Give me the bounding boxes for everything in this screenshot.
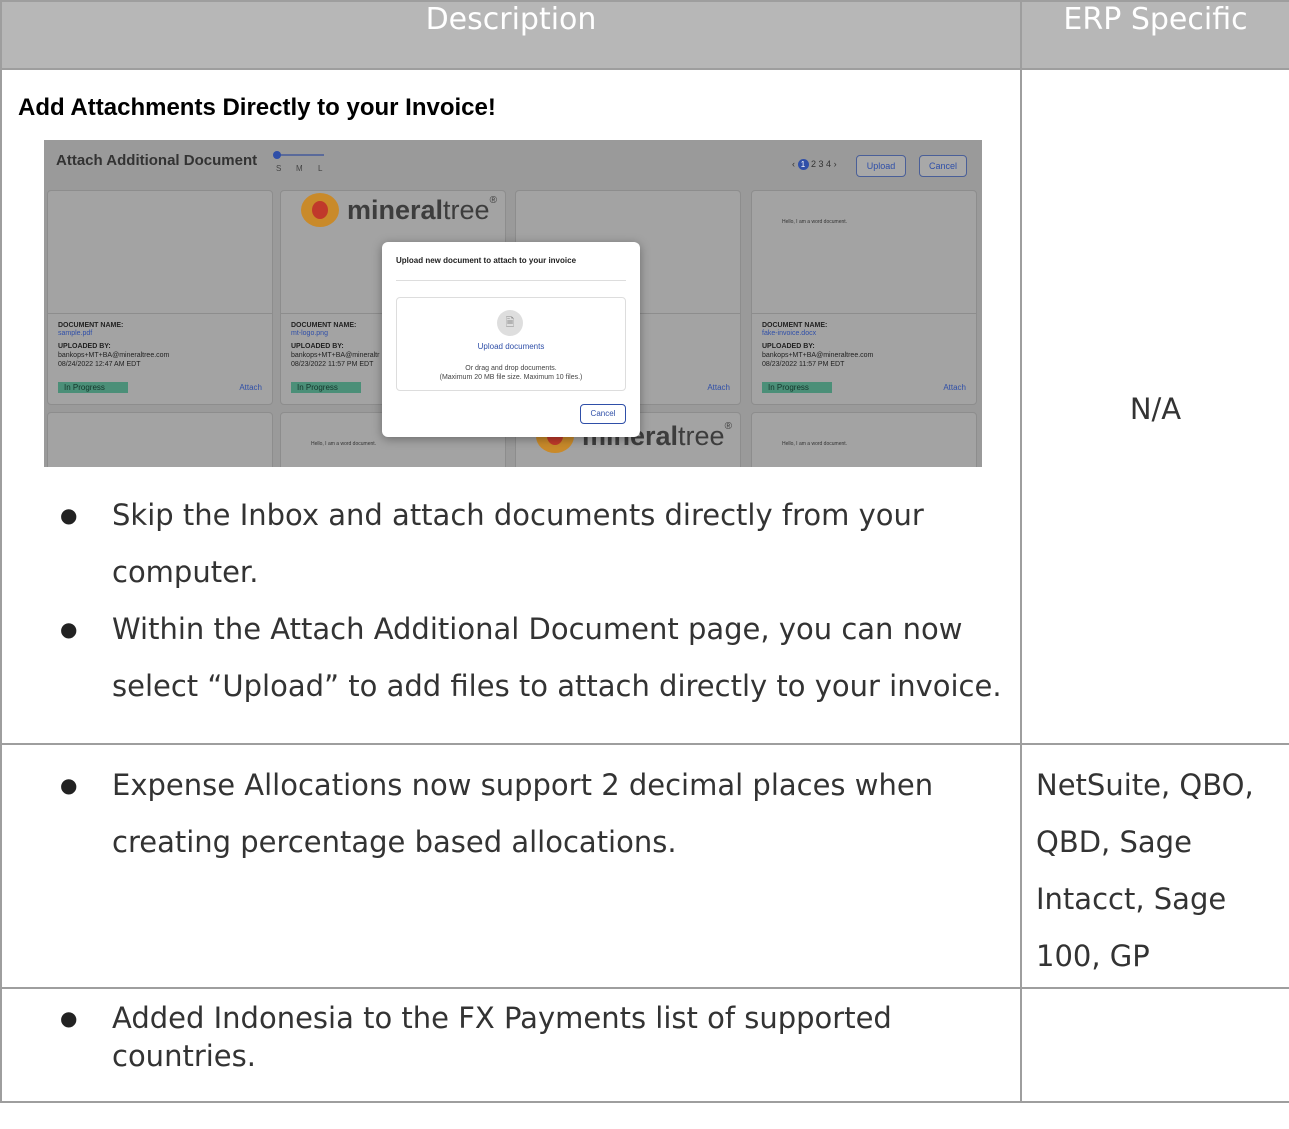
size-s-label: S [276,164,282,173]
drop-zone: 🗎 Upload documents Or drag and drop docu… [396,297,626,391]
erp-cell: NetSuite, QBO, QBD, Sage Intacct, Sage 1… [1020,743,1289,989]
attach-link: Attach [239,383,262,392]
description-cell: Add Attachments Directly to your Invoice… [0,68,1022,745]
doc-name-label: DOCUMENT NAME: [762,322,828,329]
release-notes-table: Description ERP Specific Add Attachments… [0,0,1289,1103]
size-m-label: M [296,164,303,173]
doc-name-label: DOCUMENT NAME: [291,322,357,329]
feature-bullets: Skip the Inbox and attach documents dire… [2,487,1020,715]
document-card: DOCUMENT NAME: sample.pdf UPLOADED BY: b… [47,190,273,405]
feature-title: Add Attachments Directly to your Invoice… [18,94,496,121]
mineraltree-logo: mineraltree® [301,193,497,227]
modal-divider [396,280,626,281]
modal-cancel-button: Cancel [580,404,626,424]
table-row-expense-allocations: Expense Allocations now support 2 decima… [0,743,1289,989]
list-item: Added Indonesia to the FX Payments list … [60,999,1020,1075]
upload-documents-link: Upload documents [477,342,545,351]
modal-title: Upload new document to attach to your in… [396,256,577,265]
uploaded-by-label: UPLOADED BY: [58,343,111,350]
drop-hint: Or drag and drop documents. (Maximum 20 … [439,365,583,381]
list-item: Skip the Inbox and attach documents dire… [60,487,1020,601]
doc-name-value: fake-invoice.docx [762,330,817,337]
attach-document-screenshot: Attach Additional Document S M L ‹ 1 2 3… [44,140,982,467]
attach-link: Attach [707,383,730,392]
uploaded-by-value: bankops+MT+BA@mineraltr [291,352,380,359]
uploaded-by-value: bankops+MT+BA@mineraltree.com [58,352,170,359]
list-item: Expense Allocations now support 2 decima… [60,757,1020,871]
pager-pages: 2 3 4 [811,159,832,169]
status-badge: In Progress [58,382,128,393]
screenshot-upload-button: Upload [856,155,906,177]
document-card: Hello, I am a word document. [751,412,977,467]
upload-date: 08/24/2022 12:47 AM EDT [58,361,141,368]
upload-date: 08/23/2022 11:57 PM EDT [291,361,374,368]
pagination: ‹ 1 2 3 4 › [792,159,837,170]
size-slider-track [274,154,324,156]
list-item: Within the Attach Additional Document pa… [60,601,1020,715]
status-badge: In Progress [762,382,832,393]
table-row-attachments: Add Attachments Directly to your Invoice… [0,68,1289,745]
header-description: Description [0,0,1022,70]
document-preview [48,191,272,314]
erp-value: NetSuite, QBO, QBD, Sage Intacct, Sage 1… [1036,768,1254,973]
size-slider-knob [273,151,281,159]
word-doc-text: Hello, I am a word document. [782,441,848,447]
table-row-fx-payments: Added Indonesia to the FX Payments list … [0,987,1289,1103]
uploaded-by-value: bankops+MT+BA@mineraltree.com [762,352,874,359]
word-doc-text: Hello, I am a word document. [782,219,848,225]
document-preview: Hello, I am a word document. [752,191,976,314]
screenshot-cancel-button: Cancel [919,155,967,177]
erp-value [1022,989,1289,1001]
doc-name-value: sample.pdf [58,330,93,337]
feature-bullets: Expense Allocations now support 2 decima… [2,757,1020,871]
header-row: Description ERP Specific [0,0,1289,70]
uploaded-by-label: UPLOADED BY: [291,343,344,350]
upload-date: 08/23/2022 11:57 PM EDT [762,361,845,368]
description-cell: Expense Allocations now support 2 decima… [0,743,1022,989]
upload-modal: Upload new document to attach to your in… [382,242,640,437]
file-icon: 🗎 [497,310,523,336]
doc-name-value: mt-logo.png [291,330,328,337]
document-card: Hello, I am a word document. DOCUMENT NA… [751,190,977,405]
mineraltree-drop-icon [301,193,339,227]
pager-prev-icon: ‹ [792,159,795,169]
document-card [47,412,273,467]
attach-link: Attach [943,383,966,392]
erp-cell: N/A [1020,68,1289,745]
word-doc-text: Hello, I am a word document. [311,441,377,447]
size-l-label: L [318,164,323,173]
pager-current: 1 [797,159,809,170]
description-cell: Added Indonesia to the FX Payments list … [0,987,1022,1103]
pager-next-icon: › [833,159,837,169]
uploaded-by-label: UPLOADED BY: [762,343,815,350]
doc-name-label: DOCUMENT NAME: [58,322,124,329]
feature-bullets: Added Indonesia to the FX Payments list … [2,999,1020,1075]
erp-value: N/A [1129,392,1182,426]
header-erp-specific: ERP Specific [1020,0,1289,70]
status-badge: In Progress [291,382,361,393]
erp-cell [1020,987,1289,1103]
screenshot-title: Attach Additional Document [56,152,258,169]
